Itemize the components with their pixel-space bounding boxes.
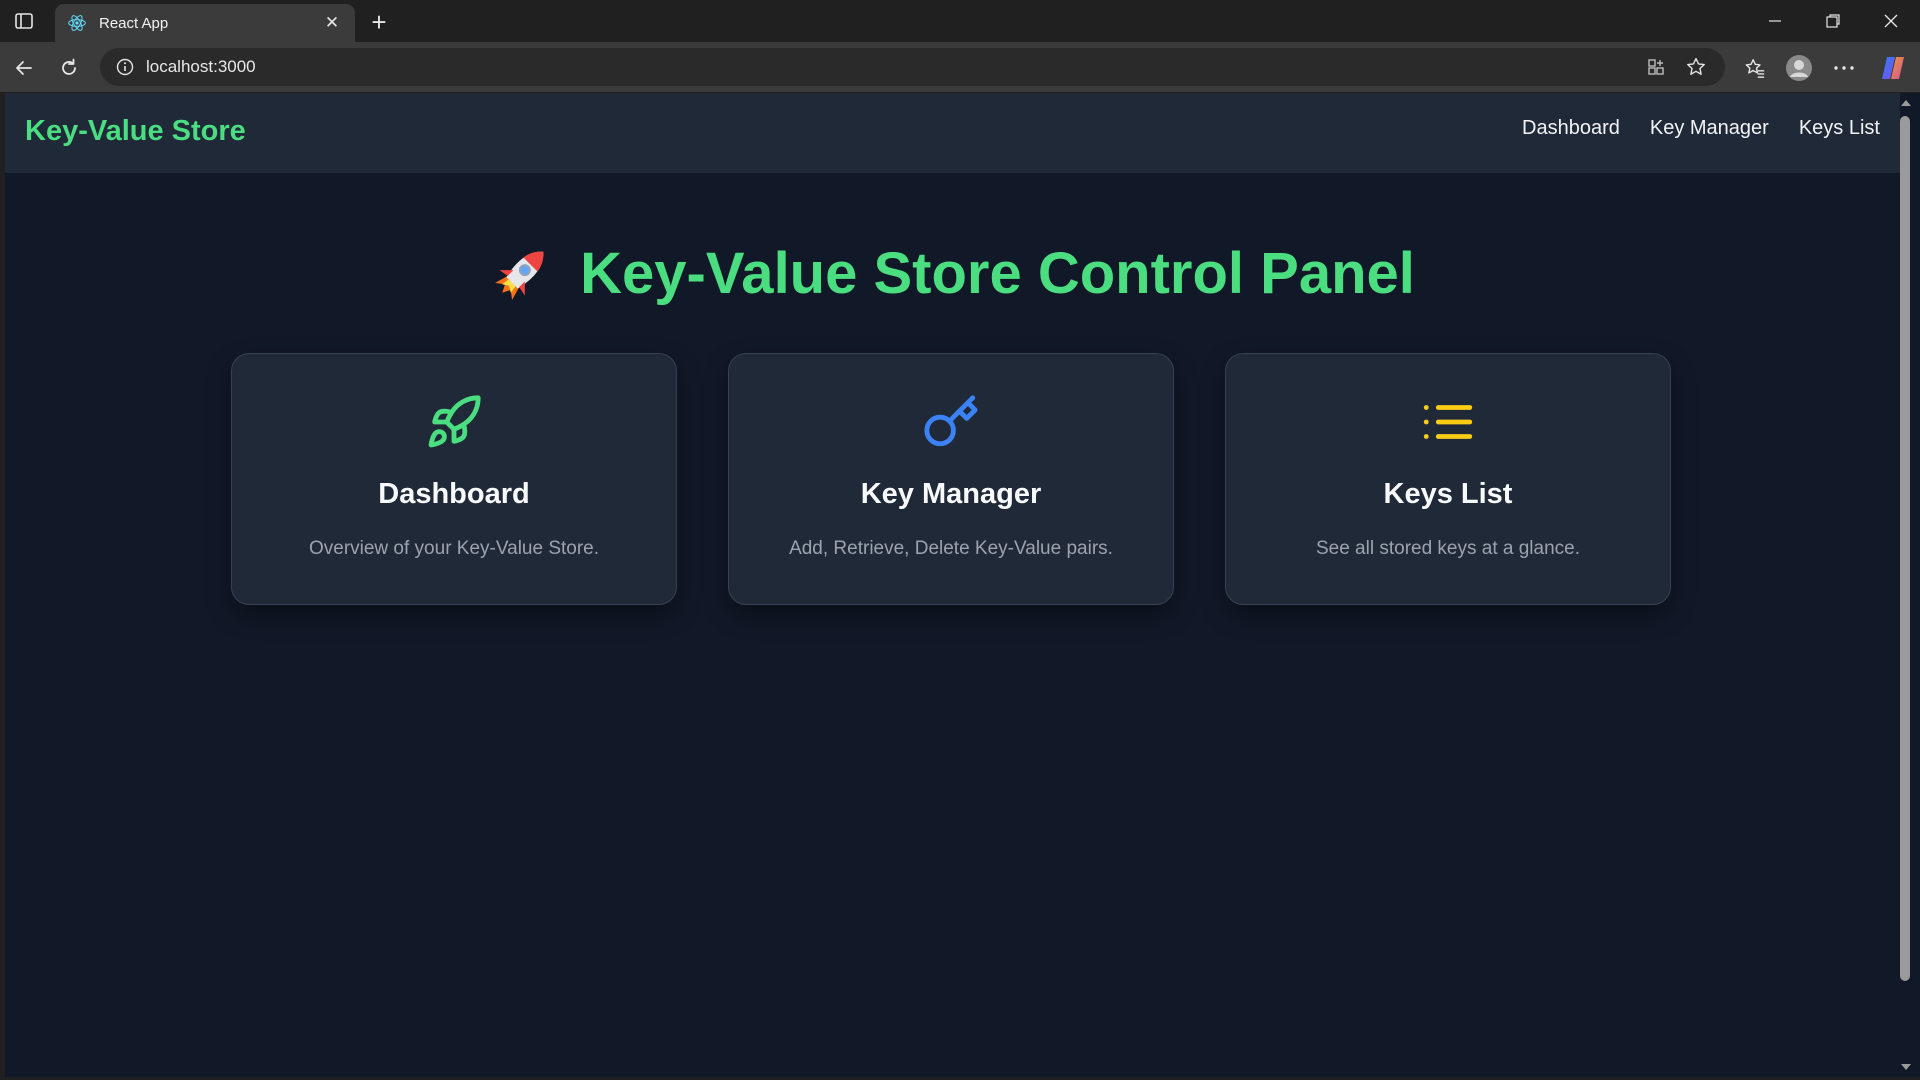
browser-toolbar: localhost:3000 [0, 42, 1920, 92]
dashboard-card[interactable]: Dashboard Overview of your Key-Value Sto… [231, 353, 677, 605]
card-description: See all stored keys at a glance. [1315, 538, 1581, 559]
address-bar[interactable]: localhost:3000 [100, 48, 1725, 86]
favorite-star-icon[interactable] [1681, 52, 1711, 82]
restore-window-button[interactable] [1810, 6, 1856, 36]
nav-links: Dashboard Key Manager Keys List [1522, 117, 1880, 140]
nav-link-keys-list[interactable]: Keys List [1799, 117, 1880, 140]
new-tab-button[interactable]: + [365, 7, 393, 37]
hero-heading: Key-Value Store Control Panel [5, 233, 1900, 313]
close-window-button[interactable] [1868, 6, 1914, 36]
browser-tab-active[interactable]: React App ✕ [55, 4, 355, 42]
scroll-up-arrow-icon[interactable] [1899, 97, 1913, 109]
brand-logo-text[interactable]: Key-Value Store [25, 115, 246, 148]
back-arrow-icon[interactable] [8, 52, 40, 84]
rocket-icon [424, 392, 484, 452]
scrollbar-thumb[interactable] [1900, 116, 1910, 981]
nav-link-dashboard[interactable]: Dashboard [1522, 117, 1620, 140]
card-description: Add, Retrieve, Delete Key-Value pairs. [789, 538, 1113, 559]
copilot-icon[interactable] [1876, 51, 1910, 85]
address-text: localhost:3000 [146, 57, 256, 76]
key-icon [921, 392, 981, 452]
tab-close-icon[interactable]: ✕ [321, 12, 343, 34]
more-options-icon[interactable] [1827, 51, 1861, 85]
browser-tab-bar: React App ✕ + [0, 0, 1920, 42]
key-manager-card[interactable]: Key Manager Add, Retrieve, Delete Key-Va… [728, 353, 1174, 605]
page-viewport: Key-Value Store Dashboard Key Manager Ke… [5, 93, 1900, 1077]
rocket-emoji-icon [490, 241, 554, 305]
page-title: Key-Value Store Control Panel [580, 240, 1415, 306]
reload-icon[interactable] [53, 52, 85, 84]
scroll-down-arrow-icon[interactable] [1899, 1061, 1913, 1073]
minimize-window-button[interactable] [1752, 6, 1798, 36]
tab-title: React App [99, 14, 169, 32]
nav-link-key-manager[interactable]: Key Manager [1650, 117, 1769, 140]
favorites-icon[interactable] [1738, 51, 1772, 85]
list-icon [1418, 392, 1478, 452]
card-title: Dashboard [378, 478, 530, 510]
react-logo-icon [67, 13, 87, 33]
card-description: Overview of your Key-Value Store. [308, 538, 600, 559]
app-navbar: Key-Value Store Dashboard Key Manager Ke… [5, 93, 1900, 173]
app-available-icon[interactable] [1641, 52, 1671, 82]
card-title: Key Manager [860, 478, 1042, 510]
site-info-icon[interactable] [114, 56, 136, 78]
tab-actions-icon[interactable] [12, 10, 36, 32]
profile-avatar-icon[interactable] [1782, 51, 1816, 85]
card-title: Keys List [1383, 478, 1513, 510]
keys-list-card[interactable]: Keys List See all stored keys at a glanc… [1225, 353, 1671, 605]
